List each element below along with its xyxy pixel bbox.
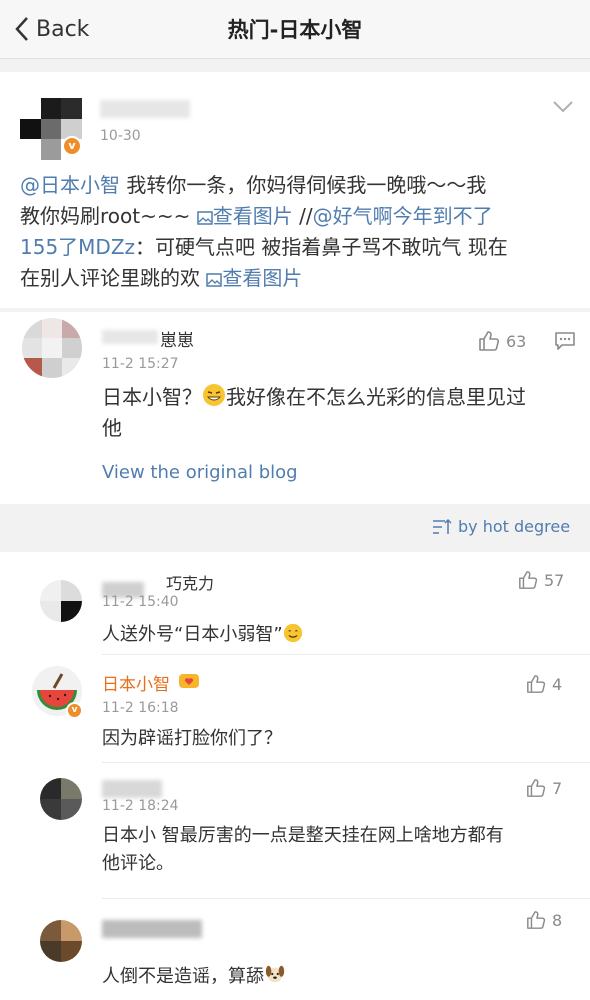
username-redacted: [102, 920, 202, 938]
list-item[interactable]: 11-2 18:24 7 日本小 智最厉害的一点是整天挂在网上啥地方都有 他评论…: [0, 764, 590, 892]
mention-link[interactable]: @好气啊今年到不了: [313, 204, 493, 228]
thumbs-up-icon: [527, 911, 546, 929]
thumbs-up-icon: [479, 331, 500, 351]
image-icon: [196, 211, 213, 225]
hot-comment[interactable]: 崽崽 11-2 15:27 63 日本小智？ 我好像在不怎么光彩的信息里见过 他 …: [0, 312, 590, 504]
mention-link[interactable]: @日本小智: [20, 173, 120, 197]
sort-toggle[interactable]: by hot degree: [432, 517, 570, 536]
comment-text: 日本小智？ 我好像在不怎么光彩的信息里见过 他: [102, 384, 526, 440]
view-original-link[interactable]: View the original blog: [102, 462, 298, 483]
verified-badge-icon: v: [62, 136, 82, 156]
comment-text: 人倒不是造谣，算舔: [102, 962, 286, 988]
comment-text: 人送外号“日本小弱智”: [102, 620, 303, 646]
comment-text: 因为辟谣打脸你们了？: [102, 728, 282, 749]
grin-emoji-icon: [203, 384, 225, 406]
avatar[interactable]: [40, 580, 82, 622]
avatar[interactable]: [22, 318, 82, 378]
username-redacted: [100, 100, 190, 118]
comment-icon[interactable]: [554, 331, 576, 351]
comment-time: 11-2 15:27: [102, 356, 179, 372]
page-title: 热门-日本小智: [227, 18, 363, 42]
thumbs-up-icon: [519, 571, 538, 589]
thumbs-up-icon: [527, 779, 546, 797]
post-body: @日本小智 我转你一条，你妈得伺候我一晚哦～～我 教你妈刷root~~~ 查看图…: [20, 173, 508, 290]
view-image-link[interactable]: 查看图片: [206, 266, 302, 290]
comment-author[interactable]: 巧克力: [166, 570, 214, 594]
original-post[interactable]: v 10-30 @日本小智 我转你一条，你妈得伺候我一晚哦～～我 教你妈刷roo…: [0, 72, 590, 308]
comment-text: 日本小 智最厉害的一点是整天挂在网上啥地方都有 他评论。: [102, 825, 504, 874]
chevron-down-icon[interactable]: [552, 100, 574, 114]
navigation-bar: Back 热门-日本小智: [0, 0, 590, 59]
like-button[interactable]: 63: [478, 330, 526, 352]
comment-time: 11-2 15:40: [102, 594, 179, 610]
comment-time: 11-2 18:24: [102, 798, 179, 814]
like-button[interactable]: 57: [518, 570, 564, 590]
comment-time: 11-2 16:18: [102, 700, 179, 716]
like-button[interactable]: 4: [526, 674, 562, 694]
list-item[interactable]: v 日本小智 11-2 16:18 4 因为辟谣打脸你们了？: [0, 656, 590, 752]
username-redacted: [102, 330, 158, 344]
verified-badge-icon: v: [66, 702, 83, 719]
mention-link[interactable]: 155了MDZz: [20, 235, 135, 259]
comment-author[interactable]: 崽崽: [160, 326, 194, 351]
divider: [102, 654, 590, 655]
list-item[interactable]: 8 人倒不是造谣，算舔: [0, 900, 590, 1000]
divider: [102, 898, 590, 899]
avatar[interactable]: [40, 920, 82, 962]
thumbs-up-icon: [527, 675, 546, 693]
comment-list: 巧克力 11-2 15:40 57 人送外号“日本小弱智” v 日本小智 11-…: [0, 552, 590, 1000]
comment-author[interactable]: 日本小智: [102, 670, 170, 695]
vip-heart-icon: [179, 674, 199, 688]
divider: [102, 762, 590, 763]
avatar[interactable]: [40, 778, 82, 820]
view-image-link[interactable]: 查看图片: [196, 204, 293, 228]
like-button[interactable]: 7: [526, 778, 562, 798]
post-time: 10-30: [100, 128, 141, 144]
list-item[interactable]: 巧克力 11-2 15:40 57 人送外号“日本小弱智”: [0, 552, 590, 652]
image-icon: [206, 273, 223, 287]
smile-emoji-icon: [283, 623, 302, 643]
sort-icon: [433, 518, 452, 534]
username-redacted: [102, 780, 162, 798]
like-button[interactable]: 8: [526, 910, 562, 930]
dog-emoji-icon: [265, 965, 285, 983]
